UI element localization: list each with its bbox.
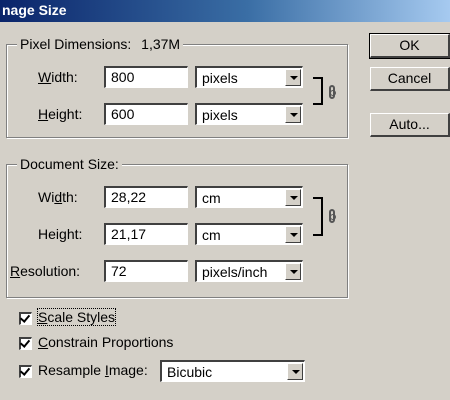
resolution-unit-select[interactable]: pixels/inch (195, 260, 303, 282)
resolution-label: Resolution: (10, 263, 81, 279)
pixel-width-input[interactable]: 800 (104, 66, 188, 88)
scale-styles-checkbox[interactable] (19, 312, 32, 325)
resample-image-checkbox[interactable] (19, 365, 32, 378)
title-bar[interactable]: nage Size (0, 0, 450, 22)
doc-height-unit-select[interactable]: cm (195, 223, 303, 245)
checkmark-icon (19, 312, 31, 323)
doc-height-input[interactable]: 21,17 (104, 223, 188, 245)
pixel-dimensions-label: Pixel Dimensions: 1,37M (17, 36, 184, 52)
pixel-dimensions-size: 1,37M (141, 36, 181, 52)
checkmark-icon (19, 337, 31, 348)
chevron-down-icon[interactable] (285, 226, 301, 243)
doc-constrain-bracket (313, 197, 323, 236)
constrain-proportions-label[interactable]: Constrain Proportions (38, 334, 173, 350)
auto-button[interactable]: Auto... (370, 113, 450, 137)
chain-link-icon (329, 85, 336, 99)
doc-width-unit-select[interactable]: cm (195, 186, 303, 208)
ok-button[interactable]: OK (369, 33, 450, 59)
doc-width-label: Width: (38, 189, 78, 205)
resolution-unit-value: pixels/inch (202, 264, 268, 280)
document-size-label: Document Size: (17, 156, 122, 172)
cancel-button[interactable]: Cancel (370, 67, 450, 91)
scale-styles-label[interactable]: Scale Styles (36, 308, 117, 326)
chain-link-icon (329, 209, 336, 223)
pixel-height-unit-select[interactable]: pixels (195, 103, 303, 125)
chevron-down-icon[interactable] (285, 189, 301, 206)
pixel-width-label: Width: (38, 69, 78, 85)
resample-method-value: Bicubic (167, 364, 213, 380)
constrain-proportions-checkbox[interactable] (19, 337, 32, 350)
resample-image-label[interactable]: Resample Image: (38, 362, 148, 378)
pixel-height-input[interactable]: 600 (104, 103, 188, 125)
resolution-input[interactable]: 72 (104, 260, 188, 282)
doc-width-input[interactable]: 28,22 (104, 186, 188, 208)
doc-height-label: Height: (38, 226, 83, 242)
chevron-down-icon[interactable] (285, 263, 301, 280)
checkmark-icon (19, 365, 31, 376)
doc-width-unit-value: cm (202, 190, 221, 206)
chevron-down-icon[interactable] (287, 363, 303, 380)
pixel-height-unit-value: pixels (202, 107, 238, 123)
chevron-down-icon[interactable] (285, 106, 301, 123)
pixel-height-label: Height: (38, 106, 83, 122)
chevron-down-icon[interactable] (285, 69, 301, 86)
window-title: nage Size (2, 2, 67, 18)
pixel-width-unit-select[interactable]: pixels (195, 66, 303, 88)
pixel-width-unit-value: pixels (202, 70, 238, 86)
doc-height-unit-value: cm (202, 227, 221, 243)
resample-method-select[interactable]: Bicubic (160, 360, 305, 382)
pixel-dimensions-title: Pixel Dimensions: (20, 36, 132, 52)
constrain-bracket (313, 77, 323, 105)
